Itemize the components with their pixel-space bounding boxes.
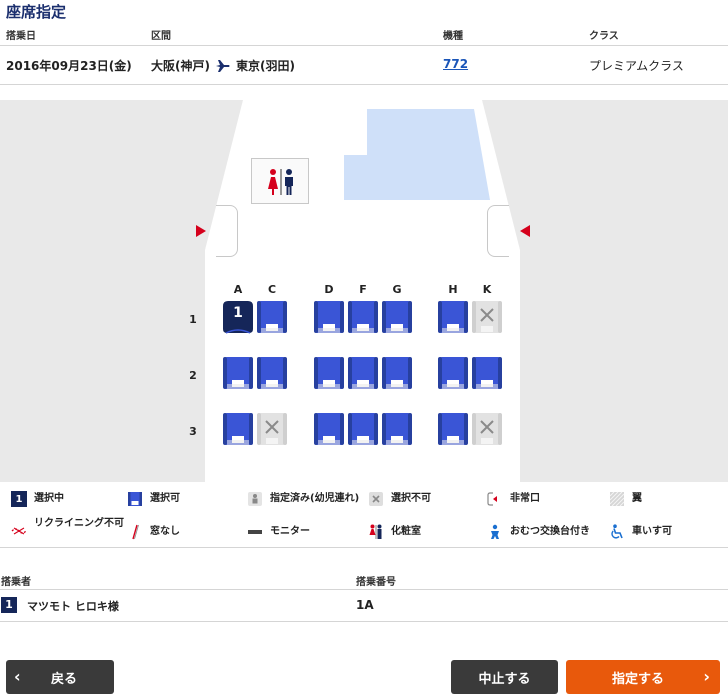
- origin: 大阪(神戸): [151, 59, 210, 73]
- lavatory: [251, 158, 309, 204]
- legend-selected: 1 選択中: [11, 490, 64, 508]
- divider: [0, 621, 728, 622]
- wheelchair-icon: [609, 524, 625, 540]
- seat-3f[interactable]: [347, 412, 379, 446]
- seat-2d[interactable]: [313, 356, 345, 390]
- passenger-header: 搭乗者: [1, 577, 31, 588]
- seat-1h[interactable]: [437, 300, 469, 334]
- flight-date: 2016年09月23日(金): [6, 59, 132, 73]
- baby-icon: [487, 524, 503, 540]
- seat-3d[interactable]: [313, 412, 345, 446]
- confirm-button[interactable]: 指定する ›: [566, 660, 720, 694]
- unavailable-seat-icon: [368, 491, 384, 507]
- seatmap-area: A C D F G H K 1 2 3 1: [0, 100, 728, 482]
- seat-column-label-d: D: [324, 283, 334, 296]
- seat-3g[interactable]: [381, 412, 413, 446]
- legend-monitor: モニター: [247, 523, 310, 541]
- passenger-seat-number: 1A: [356, 598, 374, 612]
- legend-no-window: 窓なし: [127, 523, 180, 541]
- divider: [0, 589, 728, 590]
- selected-seat-icon: 1: [11, 491, 27, 507]
- seat-column-label-g: G: [392, 283, 402, 296]
- aircraft-header: 機種: [443, 31, 463, 42]
- available-seat-icon: [127, 491, 143, 507]
- seat-3h[interactable]: [437, 412, 469, 446]
- seat-class: プレミアムクラス: [589, 59, 684, 73]
- destination: 東京(羽田): [235, 59, 295, 73]
- exit-left-arrow-icon: [196, 225, 206, 237]
- seat-2c[interactable]: [256, 356, 288, 390]
- seat-2f[interactable]: [347, 356, 379, 390]
- flight-route: 大阪(神戸) 東京(羽田): [151, 57, 295, 74]
- seat-1k: [471, 300, 503, 334]
- lavatory-icon: [268, 169, 293, 195]
- legend-diaper-table: おむつ交換台付き: [487, 523, 590, 541]
- divider: [0, 45, 728, 46]
- back-button[interactable]: ‹ 戻る: [6, 660, 114, 694]
- exit-right-door: [487, 205, 509, 257]
- legend-wheelchair: 車いす可: [609, 523, 672, 541]
- seat-3k: [471, 412, 503, 446]
- seat-legend: 1 選択中 選択可 指定済み(幼児連れ) 選択不可 非常口 翼 リクライニング不…: [0, 482, 728, 548]
- class-header: クラス: [589, 31, 619, 42]
- exit-right-arrow-icon: [520, 225, 530, 237]
- seat-2a[interactable]: [222, 356, 254, 390]
- passenger-name[interactable]: マツモト ヒロキ様: [27, 598, 119, 614]
- infant-seat-icon: [247, 491, 263, 507]
- cancel-button-label: 中止する: [478, 671, 531, 687]
- seat-row-label-1: 1: [189, 313, 197, 326]
- seat-column-label-k: K: [482, 283, 492, 296]
- seat-1f[interactable]: [347, 300, 379, 334]
- passenger-index-badge: 1: [1, 597, 17, 613]
- seat-3c: [256, 412, 288, 446]
- seat-row-label-2: 2: [189, 369, 197, 382]
- aircraft-link-wrap: 772: [443, 57, 468, 71]
- emergency-exit-icon: [487, 491, 503, 507]
- selected-seat-number: 1: [233, 305, 243, 321]
- date-header: 搭乗日: [6, 31, 36, 42]
- seat-column-label-a: A: [233, 283, 243, 296]
- legend-emergency-exit: 非常口: [487, 490, 540, 508]
- cancel-button[interactable]: 中止する: [451, 660, 558, 694]
- chevron-left-icon: ‹: [14, 667, 21, 686]
- exit-left-door: [216, 205, 238, 257]
- no-window-icon: [127, 524, 143, 540]
- back-button-label: 戻る: [50, 671, 77, 687]
- seat-column-label-h: H: [448, 283, 458, 296]
- divider: [0, 84, 728, 85]
- legend-unavailable: 選択不可: [368, 490, 431, 508]
- route-header: 区間: [151, 31, 171, 42]
- seat-column-label-f: F: [359, 283, 367, 296]
- legend-wing: 翼: [609, 490, 642, 508]
- legend-available: 選択可: [127, 490, 180, 508]
- chevron-right-icon: ›: [703, 667, 710, 686]
- seat-2h[interactable]: [437, 356, 469, 390]
- seat-2g[interactable]: [381, 356, 413, 390]
- seat-2k[interactable]: [471, 356, 503, 390]
- seat-1g[interactable]: [381, 300, 413, 334]
- page-title: 座席指定: [6, 3, 67, 21]
- seat-column-label-c: C: [267, 283, 277, 296]
- seat-number-header: 搭乗番号: [356, 577, 396, 588]
- legend-no-recline: リクライニング不可: [11, 518, 124, 544]
- seat-row-label-3: 3: [189, 425, 197, 438]
- airplane-icon: [215, 59, 230, 72]
- seat-1d[interactable]: [313, 300, 345, 334]
- seat-3a[interactable]: [222, 412, 254, 446]
- confirm-button-label: 指定する: [611, 671, 664, 687]
- aircraft-link[interactable]: 772: [443, 57, 468, 71]
- seat-1a[interactable]: 1: [222, 300, 254, 334]
- seat-1c[interactable]: [256, 300, 288, 334]
- monitor-icon: [247, 524, 263, 540]
- lavatory-icon: [368, 524, 384, 540]
- legend-infant-reserved: 指定済み(幼児連れ): [247, 490, 359, 508]
- no-recline-icon: [11, 523, 27, 539]
- legend-lavatory: 化粧室: [368, 523, 421, 541]
- wing-icon: [609, 491, 625, 507]
